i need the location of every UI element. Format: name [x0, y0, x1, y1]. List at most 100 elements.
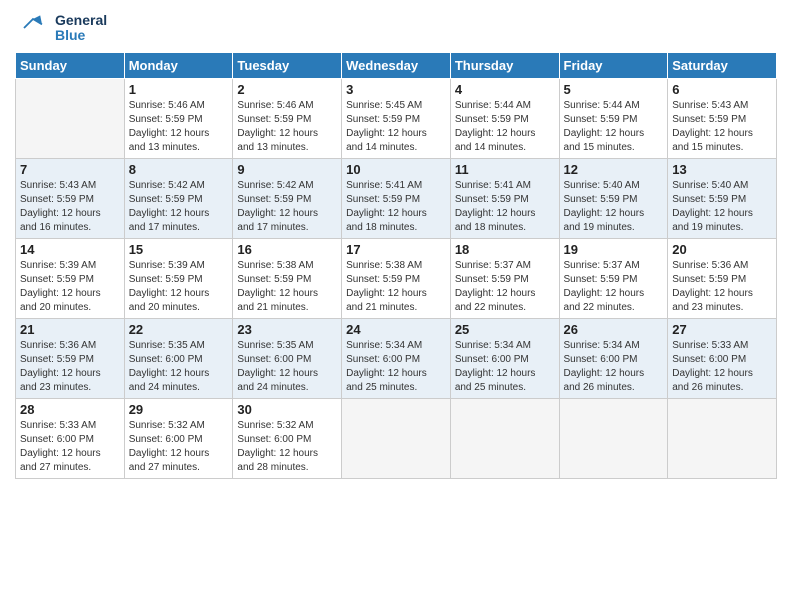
day-number: 20	[672, 242, 772, 257]
calendar-header-wednesday: Wednesday	[342, 53, 451, 79]
day-number: 26	[564, 322, 664, 337]
day-info: Sunrise: 5:34 AM Sunset: 6:00 PM Dayligh…	[455, 339, 555, 395]
page-container: General Blue SundayMondayTuesdayWednesda…	[0, 0, 792, 489]
day-info: Sunrise: 5:37 AM Sunset: 5:59 PM Dayligh…	[455, 259, 555, 315]
calendar-week-5: 28Sunrise: 5:33 AM Sunset: 6:00 PM Dayli…	[16, 399, 777, 479]
calendar-header-saturday: Saturday	[668, 53, 777, 79]
calendar-cell: 4 Sunrise: 5:44 AM Sunset: 5:59 PM Daylig…	[450, 79, 559, 159]
day-info: Sunrise: 5:40 AM Sunset: 5:59 PM Dayligh…	[564, 179, 664, 235]
calendar-cell	[559, 399, 668, 479]
calendar-table: SundayMondayTuesdayWednesdayThursdayFrid…	[15, 52, 777, 479]
day-number: 13	[672, 162, 772, 177]
calendar-cell	[450, 399, 559, 479]
day-number: 25	[455, 322, 555, 337]
calendar-cell: 17 Sunrise: 5:38 AM Sunset: 5:59 PM Dayli…	[342, 239, 451, 319]
day-info: Sunrise: 5:41 AM Sunset: 5:59 PM Dayligh…	[455, 179, 555, 235]
page-header: General Blue	[15, 10, 777, 46]
calendar-header-monday: Monday	[124, 53, 233, 79]
logo-blue: Blue	[55, 28, 107, 43]
calendar-cell: 19 Sunrise: 5:37 AM Sunset: 5:59 PM Dayli…	[559, 239, 668, 319]
calendar-week-1: 1 Sunrise: 5:46 AM Sunset: 5:59 PM Daylig…	[16, 79, 777, 159]
day-number: 15	[129, 242, 229, 257]
calendar-cell: 25 Sunrise: 5:34 AM Sunset: 6:00 PM Dayli…	[450, 319, 559, 399]
day-number: 23	[237, 322, 337, 337]
day-number: 2	[237, 82, 337, 97]
day-number: 27	[672, 322, 772, 337]
day-number: 30	[237, 402, 337, 417]
day-info: Sunrise: 5:43 AM Sunset: 5:59 PM Dayligh…	[20, 179, 120, 235]
day-number: 8	[129, 162, 229, 177]
logo-wrapper: General Blue	[15, 10, 107, 46]
day-info: Sunrise: 5:42 AM Sunset: 5:59 PM Dayligh…	[237, 179, 337, 235]
calendar-week-4: 21 Sunrise: 5:36 AM Sunset: 5:59 PM Dayli…	[16, 319, 777, 399]
calendar-cell: 26 Sunrise: 5:34 AM Sunset: 6:00 PM Dayli…	[559, 319, 668, 399]
day-number: 5	[564, 82, 664, 97]
day-info: Sunrise: 5:41 AM Sunset: 5:59 PM Dayligh…	[346, 179, 446, 235]
day-info: Sunrise: 5:33 AM Sunset: 6:00 PM Dayligh…	[672, 339, 772, 395]
calendar-cell: 10Sunrise: 5:41 AM Sunset: 5:59 PM Dayli…	[342, 159, 451, 239]
day-info: Sunrise: 5:40 AM Sunset: 5:59 PM Dayligh…	[672, 179, 772, 235]
calendar-cell: 30 Sunrise: 5:32 AM Sunset: 6:00 PM Dayli…	[233, 399, 342, 479]
day-info: Sunrise: 5:35 AM Sunset: 6:00 PM Dayligh…	[237, 339, 337, 395]
day-number: 11	[455, 162, 555, 177]
calendar-header-tuesday: Tuesday	[233, 53, 342, 79]
calendar-cell: 8 Sunrise: 5:42 AM Sunset: 5:59 PM Daylig…	[124, 159, 233, 239]
day-number: 7	[20, 162, 120, 177]
day-info: Sunrise: 5:38 AM Sunset: 5:59 PM Dayligh…	[237, 259, 337, 315]
calendar-cell	[16, 79, 125, 159]
calendar-header-thursday: Thursday	[450, 53, 559, 79]
calendar-cell: 20Sunrise: 5:36 AM Sunset: 5:59 PM Dayli…	[668, 239, 777, 319]
day-info: Sunrise: 5:44 AM Sunset: 5:59 PM Dayligh…	[564, 99, 664, 155]
day-info: Sunrise: 5:42 AM Sunset: 5:59 PM Dayligh…	[129, 179, 229, 235]
logo-text: General Blue	[55, 13, 107, 44]
calendar-cell: 11 Sunrise: 5:41 AM Sunset: 5:59 PM Dayli…	[450, 159, 559, 239]
calendar-cell: 21 Sunrise: 5:36 AM Sunset: 5:59 PM Dayli…	[16, 319, 125, 399]
day-info: Sunrise: 5:39 AM Sunset: 5:59 PM Dayligh…	[20, 259, 120, 315]
calendar-cell	[342, 399, 451, 479]
calendar-cell: 13 Sunrise: 5:40 AM Sunset: 5:59 PM Dayli…	[668, 159, 777, 239]
calendar-cell: 28Sunrise: 5:33 AM Sunset: 6:00 PM Dayli…	[16, 399, 125, 479]
calendar-cell: 27 Sunrise: 5:33 AM Sunset: 6:00 PM Dayli…	[668, 319, 777, 399]
day-number: 12	[564, 162, 664, 177]
calendar-cell: 3 Sunrise: 5:45 AM Sunset: 5:59 PM Daylig…	[342, 79, 451, 159]
day-number: 19	[564, 242, 664, 257]
day-info: Sunrise: 5:36 AM Sunset: 5:59 PM Dayligh…	[20, 339, 120, 395]
day-info: Sunrise: 5:39 AM Sunset: 5:59 PM Dayligh…	[129, 259, 229, 315]
logo: General Blue	[15, 10, 107, 46]
day-number: 18	[455, 242, 555, 257]
calendar-cell: 15 Sunrise: 5:39 AM Sunset: 5:59 PM Dayli…	[124, 239, 233, 319]
day-info: Sunrise: 5:44 AM Sunset: 5:59 PM Dayligh…	[455, 99, 555, 155]
calendar-cell: 29Sunrise: 5:32 AM Sunset: 6:00 PM Dayli…	[124, 399, 233, 479]
day-info: Sunrise: 5:45 AM Sunset: 5:59 PM Dayligh…	[346, 99, 446, 155]
day-info: Sunrise: 5:46 AM Sunset: 5:59 PM Dayligh…	[237, 99, 337, 155]
logo-general: General	[55, 13, 107, 28]
calendar-cell: 9 Sunrise: 5:42 AM Sunset: 5:59 PM Daylig…	[233, 159, 342, 239]
day-info: Sunrise: 5:38 AM Sunset: 5:59 PM Dayligh…	[346, 259, 446, 315]
calendar-header-row: SundayMondayTuesdayWednesdayThursdayFrid…	[16, 53, 777, 79]
calendar-header-friday: Friday	[559, 53, 668, 79]
calendar-cell: 14 Sunrise: 5:39 AM Sunset: 5:59 PM Dayli…	[16, 239, 125, 319]
logo-bird-icon	[15, 10, 51, 46]
calendar-cell: 7 Sunrise: 5:43 AM Sunset: 5:59 PM Daylig…	[16, 159, 125, 239]
day-number: 24	[346, 322, 446, 337]
day-info: Sunrise: 5:34 AM Sunset: 6:00 PM Dayligh…	[564, 339, 664, 395]
day-info: Sunrise: 5:32 AM Sunset: 6:00 PM Dayligh…	[237, 419, 337, 475]
day-number: 6	[672, 82, 772, 97]
day-number: 1	[129, 82, 229, 97]
day-number: 16	[237, 242, 337, 257]
day-number: 21	[20, 322, 120, 337]
calendar-cell: 24 Sunrise: 5:34 AM Sunset: 6:00 PM Dayli…	[342, 319, 451, 399]
day-number: 4	[455, 82, 555, 97]
day-number: 22	[129, 322, 229, 337]
day-info: Sunrise: 5:43 AM Sunset: 5:59 PM Dayligh…	[672, 99, 772, 155]
day-number: 3	[346, 82, 446, 97]
day-number: 17	[346, 242, 446, 257]
day-info: Sunrise: 5:37 AM Sunset: 5:59 PM Dayligh…	[564, 259, 664, 315]
day-info: Sunrise: 5:35 AM Sunset: 6:00 PM Dayligh…	[129, 339, 229, 395]
day-number: 9	[237, 162, 337, 177]
calendar-cell: 1Sunrise: 5:46 AM Sunset: 5:59 PM Daylig…	[124, 79, 233, 159]
day-info: Sunrise: 5:32 AM Sunset: 6:00 PM Dayligh…	[129, 419, 229, 475]
day-number: 14	[20, 242, 120, 257]
day-info: Sunrise: 5:34 AM Sunset: 6:00 PM Dayligh…	[346, 339, 446, 395]
calendar-week-3: 14 Sunrise: 5:39 AM Sunset: 5:59 PM Dayli…	[16, 239, 777, 319]
